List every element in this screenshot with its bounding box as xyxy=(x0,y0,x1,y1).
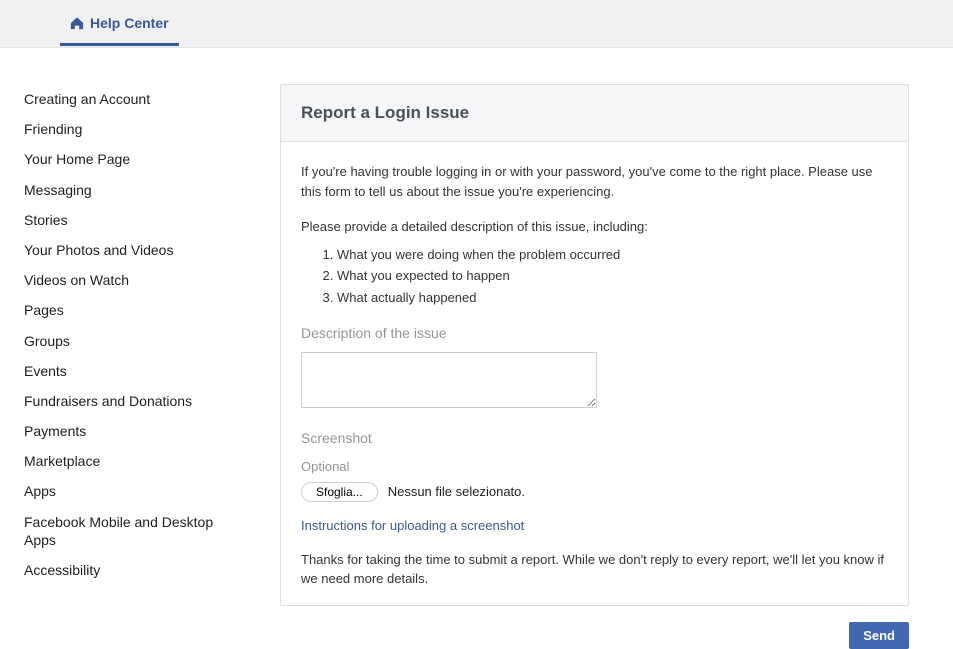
content-area: Creating an Account Friending Your Home … xyxy=(0,48,953,649)
sidebar-item-photos-videos[interactable]: Your Photos and Videos xyxy=(24,235,240,265)
main-column: Report a Login Issue If you're having tr… xyxy=(280,84,909,649)
sidebar-item-stories[interactable]: Stories xyxy=(24,205,240,235)
browse-button[interactable]: Sfoglia... xyxy=(301,482,378,502)
no-file-text: Nessun file selezionato. xyxy=(388,482,525,502)
help-center-label: Help Center xyxy=(90,15,169,31)
sidebar-item-pages[interactable]: Pages xyxy=(24,295,240,325)
sidebar-item-mobile-desktop[interactable]: Facebook Mobile and Desktop Apps xyxy=(24,507,240,555)
sidebar-item-marketplace[interactable]: Marketplace xyxy=(24,446,240,476)
sidebar-item-creating-account[interactable]: Creating an Account xyxy=(24,84,240,114)
help-center-tab[interactable]: Help Center xyxy=(60,1,179,46)
description-textarea[interactable] xyxy=(301,352,597,408)
sidebar-item-fundraisers[interactable]: Fundraisers and Donations xyxy=(24,386,240,416)
sidebar-item-videos-watch[interactable]: Videos on Watch xyxy=(24,265,240,295)
send-button[interactable]: Send xyxy=(849,622,909,649)
card-header: Report a Login Issue xyxy=(281,85,908,142)
home-icon xyxy=(70,16,84,30)
report-card: Report a Login Issue If you're having tr… xyxy=(280,84,909,606)
optional-label: Optional xyxy=(301,457,888,477)
sidebar-item-friending[interactable]: Friending xyxy=(24,114,240,144)
steps-list: What you were doing when the problem occ… xyxy=(337,245,888,308)
intro-text: If you're having trouble logging in or w… xyxy=(301,162,888,201)
sidebar-item-events[interactable]: Events xyxy=(24,356,240,386)
sidebar: Creating an Account Friending Your Home … xyxy=(0,84,240,649)
card-body: If you're having trouble logging in or w… xyxy=(281,142,908,605)
file-row: Sfoglia... Nessun file selezionato. xyxy=(301,482,888,502)
sidebar-item-groups[interactable]: Groups xyxy=(24,326,240,356)
screenshot-label: Screenshot xyxy=(301,428,888,449)
sidebar-item-apps[interactable]: Apps xyxy=(24,476,240,506)
sidebar-item-messaging[interactable]: Messaging xyxy=(24,175,240,205)
step-1: What you were doing when the problem occ… xyxy=(337,245,888,265)
step-3: What actually happened xyxy=(337,288,888,308)
top-header: Help Center xyxy=(0,0,953,48)
description-label: Description of the issue xyxy=(301,323,888,344)
thanks-text: Thanks for taking the time to submit a r… xyxy=(301,550,888,589)
footer-bar: Send xyxy=(280,622,909,649)
step-2: What you expected to happen xyxy=(337,266,888,286)
sidebar-item-payments[interactable]: Payments xyxy=(24,416,240,446)
instructions-link[interactable]: Instructions for uploading a screenshot xyxy=(301,516,888,536)
sidebar-item-accessibility[interactable]: Accessibility xyxy=(24,555,240,585)
header-inner: Help Center xyxy=(0,1,179,46)
sidebar-item-home-page[interactable]: Your Home Page xyxy=(24,144,240,174)
prompt-text: Please provide a detailed description of… xyxy=(301,217,888,237)
page-title: Report a Login Issue xyxy=(301,103,888,123)
